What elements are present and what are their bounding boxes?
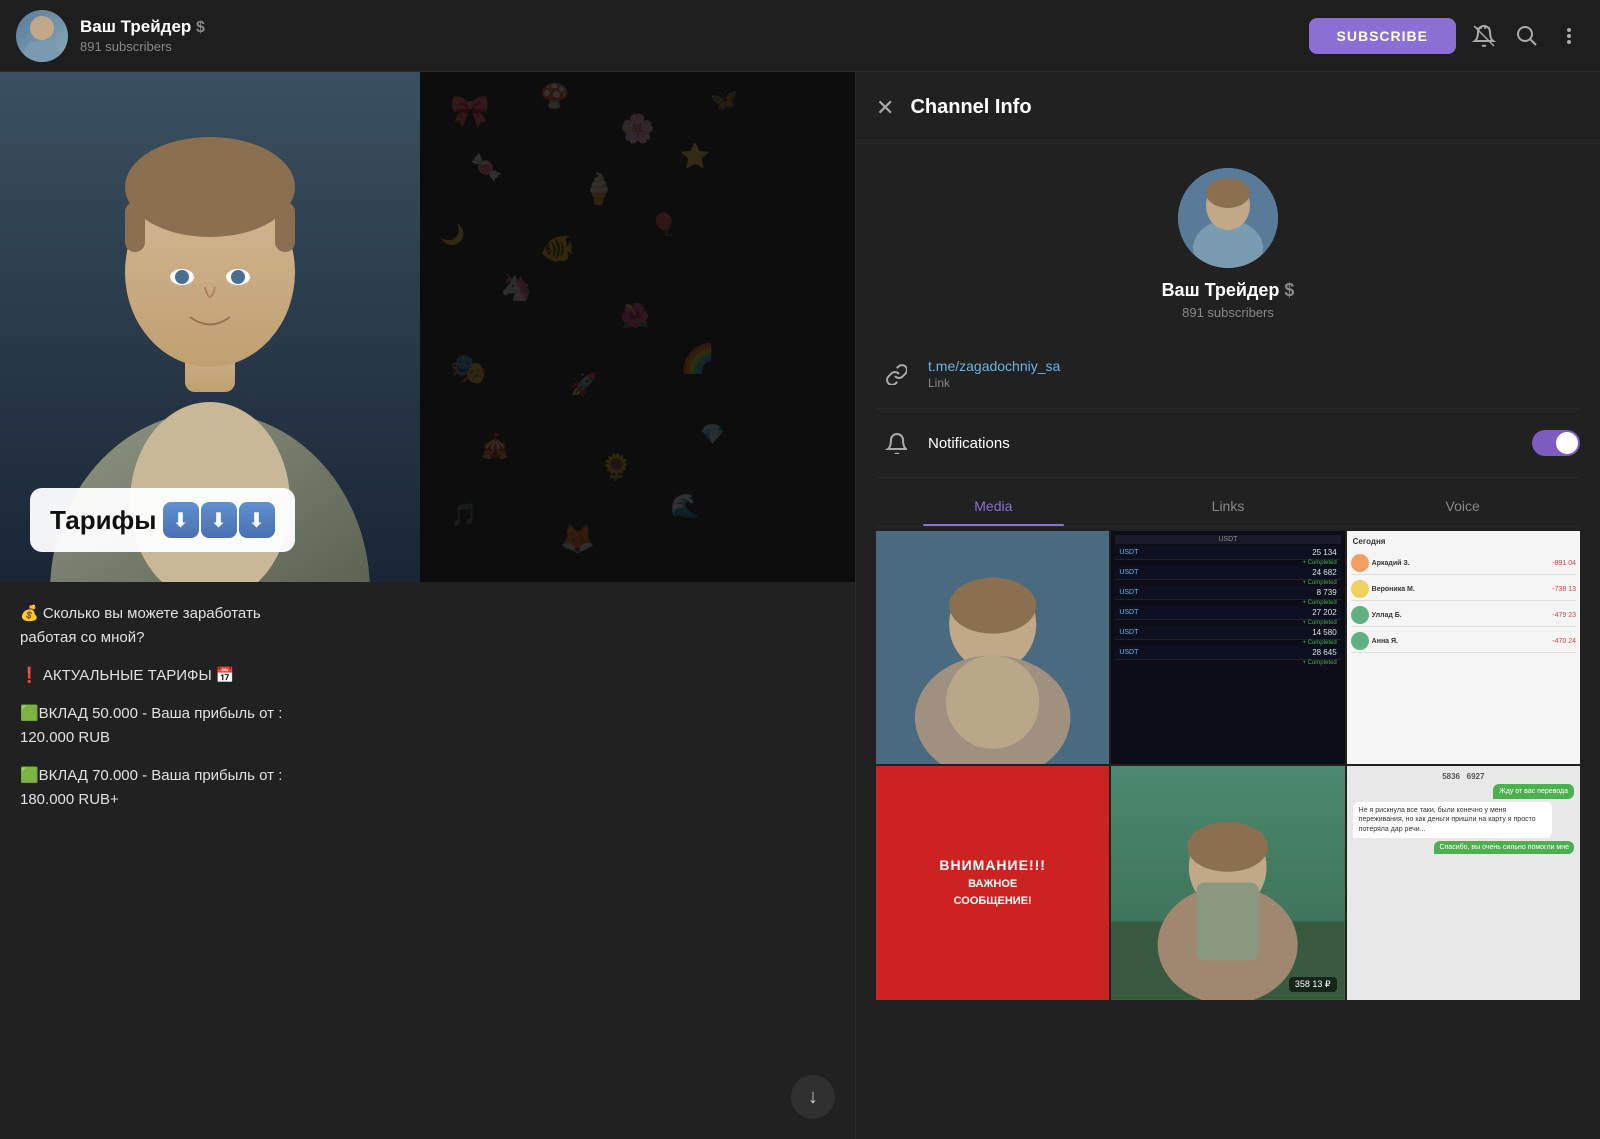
post-urgent: ❗ АКТУАЛЬНЫЕ ТАРИФЫ 📅 [20, 664, 835, 688]
info-subscriber-count: 891 subscribers [1182, 305, 1274, 320]
info-avatar-section: Ваш Трейдер $ 891 subscribers [876, 168, 1580, 320]
info-avatar [1178, 168, 1278, 268]
attention-text: ВНИМАНИЕ!!! ВАЖНОЕ СООБЩЕНИЕ! [876, 766, 1109, 999]
close-panel-button[interactable]: ✕ [876, 95, 894, 121]
post-invest1: 🟩ВКЛАД 50.000 - Ваша прибыль от : 120.00… [20, 702, 835, 750]
post-bg-doodles: 🎀 🍄 🌸 🦋 🍬 🍦 ⭐ 🌙 🐠 🎈 🦄 🌺 🎭 🚀 [420, 72, 855, 582]
arrow-box-1: ⬇ [163, 502, 199, 538]
arrow-box-2: ⬇ [201, 502, 237, 538]
main-area: Тарифы ⬇ ⬇ ⬇ 🎀 🍄 🌸 [0, 72, 1600, 1139]
tariff-arrows: ⬇ ⬇ ⬇ [163, 502, 275, 538]
tab-links[interactable]: Links [1111, 486, 1346, 526]
more-options-button[interactable] [1554, 21, 1584, 51]
post-image: Тарифы ⬇ ⬇ ⬇ 🎀 🍄 🌸 [0, 72, 855, 582]
subscriber-count: 891 subscribers [80, 39, 1309, 54]
info-panel-title: Channel Info [910, 96, 1031, 119]
post-photo: Тарифы ⬇ ⬇ ⬇ [0, 72, 420, 582]
info-link-row: t.me/zagadochniy_sa Link [876, 340, 1580, 409]
tab-voice[interactable]: Voice [1345, 486, 1580, 526]
post-title: 💰 Сколько вы можете заработать работая с… [20, 602, 835, 650]
avatar [16, 10, 68, 62]
info-link-content: t.me/zagadochniy_sa Link [928, 358, 1060, 390]
info-header: ✕ Channel Info [856, 72, 1600, 144]
info-notifications-row: Notifications [876, 409, 1580, 478]
channel-header-info: Ваш Трейдер $ 891 subscribers [80, 17, 1309, 54]
notifications-toggle[interactable] [1532, 430, 1580, 456]
info-channel-name: Ваш Трейдер $ [1162, 280, 1295, 301]
top-header: Ваш Трейдер $ 891 subscribers SUBSCRIBE [0, 0, 1600, 72]
subscribe-button[interactable]: SUBSCRIBE [1309, 18, 1456, 54]
info-body: Ваш Трейдер $ 891 subscribers t.me/zagad… [856, 144, 1600, 1139]
attention-subtitle-2: СООБЩЕНИЕ! [954, 895, 1032, 908]
channel-name: Ваш Трейдер $ [80, 17, 1309, 37]
search-button[interactable] [1512, 21, 1542, 51]
channel-info-panel: ✕ Channel Info Ва [855, 72, 1600, 1139]
notification-bell-button[interactable] [1468, 20, 1500, 52]
arrow-box-3: ⬇ [239, 502, 275, 538]
tariff-text: Тарифы [50, 505, 157, 536]
toggle-knob [1556, 432, 1578, 454]
attention-subtitle-1: ВАЖНОЕ [968, 878, 1017, 891]
channel-panel: Тарифы ⬇ ⬇ ⬇ 🎀 🍄 🌸 [0, 72, 855, 1139]
media-thumb-1[interactable] [876, 531, 1109, 764]
post-invest2: 🟩ВКЛАД 70.000 - Ваша прибыль от : 180.00… [20, 764, 835, 812]
attention-title: ВНИМАНИЕ!!! [939, 857, 1046, 874]
header-actions: SUBSCRIBE [1309, 18, 1584, 54]
info-link-url[interactable]: t.me/zagadochniy_sa [928, 358, 1060, 374]
media-thumb-6[interactable]: 5836 6927 Жду от вас перевода Не я рискн… [1347, 766, 1580, 999]
media-thumb-5[interactable]: 358 13 ₽ [1111, 766, 1344, 999]
link-icon [876, 354, 916, 394]
media-thumb-2[interactable]: USDT USDT 25 134 + Completed USDT 24 682… [1111, 531, 1344, 764]
media-thumb-3[interactable]: Сегодня Аркадий З. -891 04 Ве [1347, 531, 1580, 764]
tab-media[interactable]: Media [876, 486, 1111, 526]
media-grid: USDT USDT 25 134 + Completed USDT 24 682… [876, 531, 1580, 1000]
media-tabs: Media Links Voice [876, 486, 1580, 527]
tariff-banner: Тарифы ⬇ ⬇ ⬇ [30, 488, 295, 552]
post-text: 💰 Сколько вы можете заработать работая с… [0, 582, 855, 812]
scroll-down-button[interactable]: ↓ [791, 1075, 835, 1119]
notification-icon [876, 423, 916, 463]
post-container: Тарифы ⬇ ⬇ ⬇ 🎀 🍄 🌸 [0, 72, 855, 842]
notifications-label: Notifications [928, 435, 1532, 452]
info-link-label: Link [928, 376, 1060, 390]
media-thumb-4[interactable]: ВНИМАНИЕ!!! ВАЖНОЕ СООБЩЕНИЕ! [876, 766, 1109, 999]
